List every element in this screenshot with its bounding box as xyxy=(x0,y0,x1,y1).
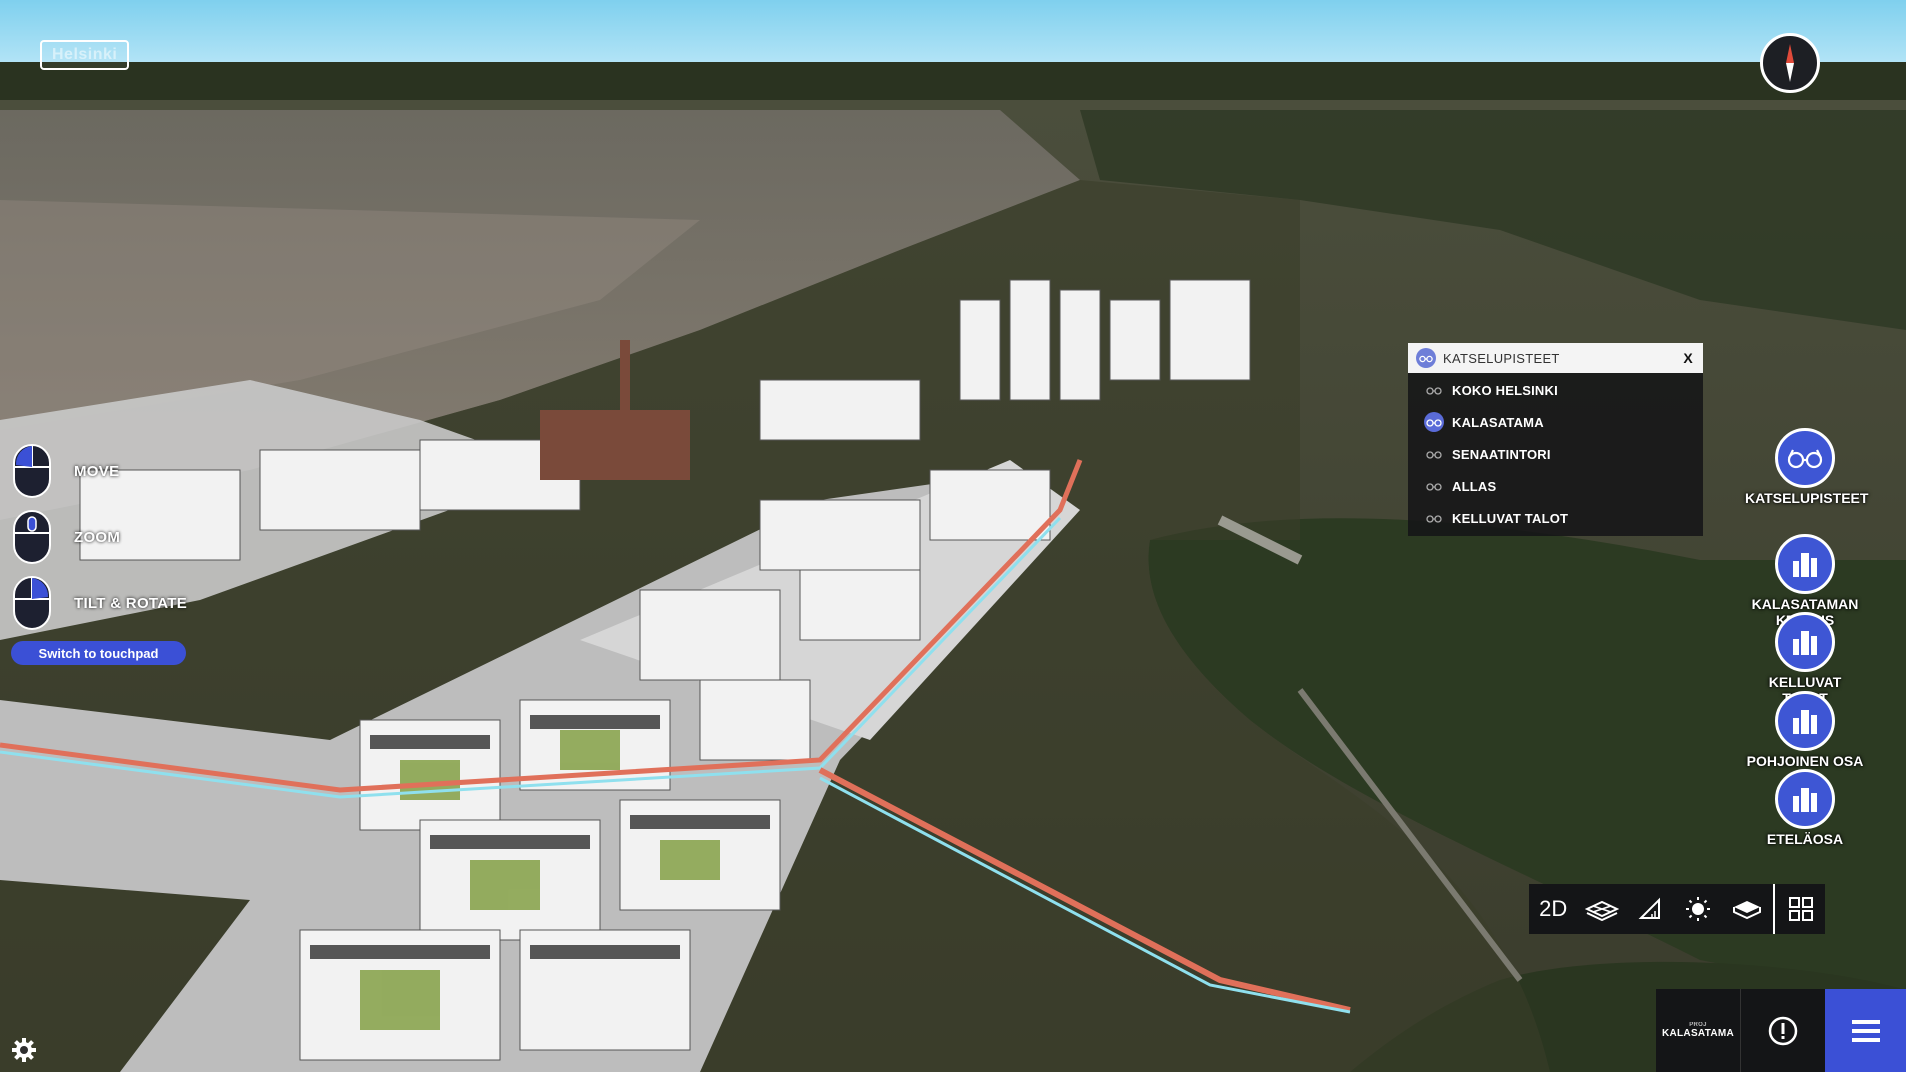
compass-button[interactable] xyxy=(1760,33,1820,93)
viewpoint-label: KALASATAMA xyxy=(1452,414,1544,430)
measure-button[interactable] xyxy=(1626,884,1674,934)
sun-icon xyxy=(1686,897,1711,921)
nav-label: KATSELUPISTEET xyxy=(1745,490,1869,506)
glasses-icon xyxy=(1424,508,1444,528)
hamburger-menu-icon xyxy=(1852,1019,1880,1042)
alert-icon xyxy=(1768,1016,1798,1045)
toolbar-divider xyxy=(1772,884,1775,934)
viewpoint-label: ALLAS xyxy=(1452,478,1497,494)
control-move: MOVE xyxy=(12,438,212,504)
nav-label: ETELÄOSA xyxy=(1766,831,1844,847)
buildings-icon xyxy=(1775,612,1835,672)
nav-etelaosa[interactable]: ETELÄOSA xyxy=(1745,769,1865,847)
viewpoint-koko-helsinki[interactable]: KOKO HELSINKI xyxy=(1408,374,1703,406)
compass-icon xyxy=(1786,44,1794,82)
buildings-icon xyxy=(1775,534,1835,594)
viewpoint-kalasatama[interactable]: KALASATAMA xyxy=(1408,406,1703,438)
control-label: ZOOM xyxy=(74,528,121,546)
nav-pohjoinen-osa[interactable]: POHJOINEN OSA xyxy=(1745,691,1865,769)
viewpoint-kelluvat-talot[interactable]: KELLUVAT TALOT xyxy=(1408,502,1703,534)
control-label: MOVE xyxy=(74,462,120,480)
viewpoints-panel-header: KATSELUPISTEET X xyxy=(1408,343,1703,373)
glasses-icon xyxy=(1775,428,1835,488)
control-zoom: ZOOM xyxy=(12,504,212,570)
glasses-icon xyxy=(1424,380,1444,400)
map-toolbar: 2D xyxy=(1529,884,1825,934)
mouse-controls-help: MOVE ZOOM TILT & ROTATE xyxy=(12,438,212,636)
buildings-icon xyxy=(1775,691,1835,751)
viewpoints-panel-title: KATSELUPISTEET xyxy=(1443,350,1560,366)
menu-button[interactable] xyxy=(1825,989,1906,1072)
glasses-icon xyxy=(1424,412,1444,432)
control-label: TILT & ROTATE xyxy=(74,594,188,612)
control-tilt-rotate: TILT & ROTATE xyxy=(12,570,212,636)
viewpoint-senaatintori[interactable]: SENAATINTORI xyxy=(1408,438,1703,470)
viewpoint-label: KOKO HELSINKI xyxy=(1452,382,1558,398)
measure-icon xyxy=(1638,897,1660,919)
mouse-left-icon xyxy=(13,444,51,498)
glasses-icon xyxy=(1424,444,1444,464)
viewpoint-label: SENAATINTORI xyxy=(1452,446,1551,462)
layers-icon xyxy=(1584,900,1619,921)
gear-icon xyxy=(12,1038,36,1062)
brand-prefix: PROJ xyxy=(1689,1022,1707,1028)
grid-icon xyxy=(1788,897,1813,921)
viewpoints-list: KOKO HELSINKI KALASATAMA SENAATINTORI AL… xyxy=(1408,373,1703,536)
info-button[interactable] xyxy=(1740,989,1825,1072)
nav-label: POHJOINEN OSA xyxy=(1746,753,1864,769)
city-label: Helsinki xyxy=(40,40,130,70)
nav-katselupisteet[interactable]: KATSELUPISTEET xyxy=(1745,428,1869,506)
switch-to-touchpad-button[interactable]: Switch to touchpad xyxy=(11,641,186,665)
glasses-icon xyxy=(1416,348,1436,368)
box-icon xyxy=(1732,901,1761,920)
grid-button[interactable] xyxy=(1777,884,1825,934)
viewpoints-panel: KATSELUPISTEET X KOKO HELSINKI KALASATAM… xyxy=(1408,343,1703,536)
mode-2d-button[interactable]: 2D xyxy=(1529,884,1577,934)
brand-logo[interactable]: PROJ KALASATAMA xyxy=(1656,989,1740,1072)
buildings-icon xyxy=(1775,769,1835,829)
viewpoint-allas[interactable]: ALLAS xyxy=(1408,470,1703,502)
layers-button[interactable] xyxy=(1577,884,1625,934)
sun-button[interactable] xyxy=(1674,884,1722,934)
mouse-right-icon xyxy=(13,576,51,630)
mouse-wheel-icon xyxy=(13,510,51,564)
viewpoint-label: KELLUVAT TALOT xyxy=(1452,510,1569,526)
settings-button[interactable] xyxy=(10,1036,38,1064)
glasses-icon xyxy=(1424,476,1444,496)
box-button[interactable] xyxy=(1722,884,1770,934)
bottom-bar: PROJ KALASATAMA xyxy=(1656,989,1906,1072)
close-button[interactable]: X xyxy=(1683,350,1693,366)
brand-name: KALASATAMA xyxy=(1661,1028,1735,1039)
